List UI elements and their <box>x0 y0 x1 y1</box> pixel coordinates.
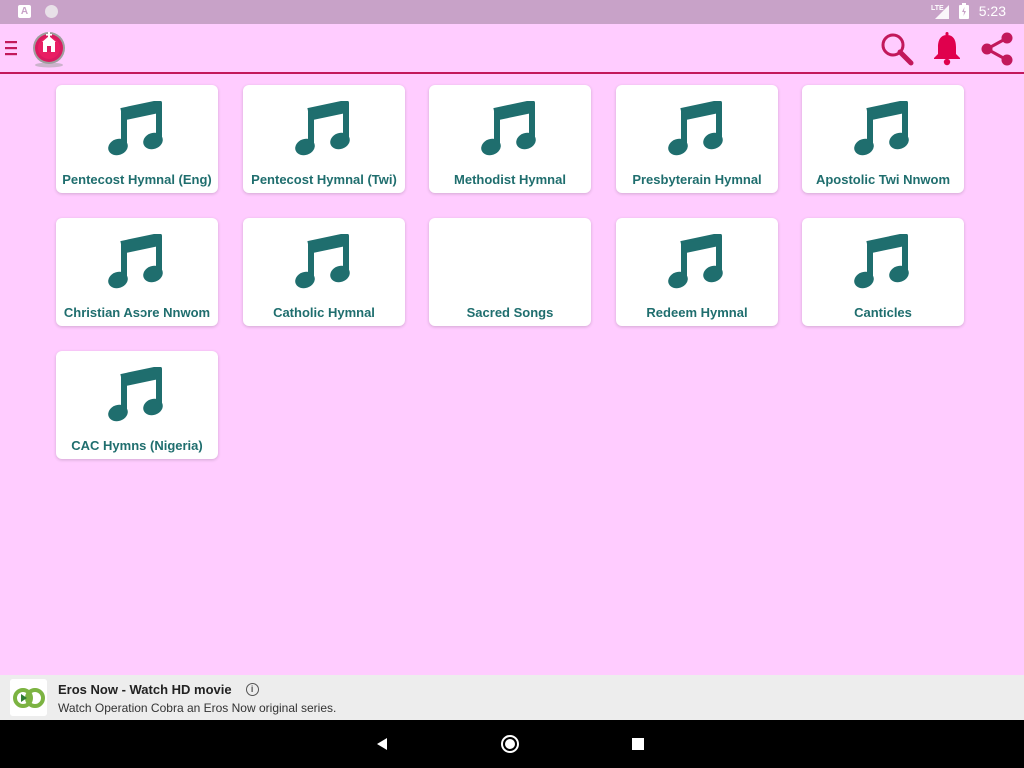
church-logo-icon[interactable] <box>30 30 68 68</box>
eros-now-logo-icon <box>10 679 47 716</box>
hymnal-card-label: Pentecost Hymnal (Twi) <box>251 172 397 187</box>
hymnal-card[interactable]: Canticles <box>802 218 964 326</box>
hymnal-card-label: Redeem Hymnal <box>646 305 748 320</box>
music-note-icon <box>481 101 536 156</box>
hymnal-card[interactable]: Catholic Hymnal <box>243 218 405 326</box>
hymnal-card[interactable]: Christian Asɔre Nnwom <box>56 218 218 326</box>
hymnal-card-label: Catholic Hymnal <box>273 305 375 320</box>
navigation-bar <box>0 720 1024 768</box>
hymnal-card[interactable]: Apostolic Twi Nnwom <box>802 85 964 193</box>
hymnal-card[interactable]: Presbyterain Hymnal <box>616 85 778 193</box>
lte-text: LTE <box>931 5 944 12</box>
hymnal-card-label: Methodist Hymnal <box>454 172 566 187</box>
lte-signal-icon: LTE <box>931 5 949 19</box>
music-note-icon <box>668 101 723 156</box>
hymnal-card[interactable]: Redeem Hymnal <box>616 218 778 326</box>
bell-icon <box>934 32 960 66</box>
ad-banner[interactable]: Eros Now - Watch HD movie i Watch Operat… <box>0 675 1024 720</box>
hymnal-card-label: Canticles <box>854 305 912 320</box>
ad-description: Watch Operation Cobra an Eros Now origin… <box>58 701 337 715</box>
home-icon <box>501 735 519 753</box>
circle-notification-icon <box>45 5 58 18</box>
ad-title: Eros Now - Watch HD movie <box>58 682 232 697</box>
hymnal-card-label: CAC Hymns (Nigeria) <box>71 438 203 453</box>
hymnal-card-label: Christian Asɔre Nnwom <box>63 305 211 320</box>
music-note-icon <box>108 234 163 289</box>
music-note-icon <box>108 367 163 422</box>
status-bar: A LTE 5:23 <box>0 0 1024 24</box>
back-button[interactable] <box>358 720 406 768</box>
hymnal-card[interactable]: Methodist Hymnal <box>429 85 591 193</box>
hymnal-card[interactable]: Pentecost Hymnal (Twi) <box>243 85 405 193</box>
home-button[interactable] <box>486 720 534 768</box>
status-time: 5:23 <box>978 3 1006 19</box>
notifications-button[interactable] <box>928 30 966 68</box>
search-button[interactable] <box>878 30 916 68</box>
app-bar-actions <box>878 30 1016 68</box>
status-indicators: LTE 5:23 <box>931 3 1006 19</box>
hymnal-card-label: Apostolic Twi Nnwom <box>815 172 951 187</box>
app-a-icon: A <box>18 5 31 18</box>
recents-icon <box>632 738 644 750</box>
status-notifications: A <box>18 5 58 18</box>
hymnal-card-label: Presbyterain Hymnal <box>632 172 762 187</box>
music-note-icon <box>854 234 909 289</box>
info-icon[interactable]: i <box>245 683 259 696</box>
music-note-icon <box>854 101 909 156</box>
hamburger-menu-icon[interactable] <box>4 39 18 57</box>
music-note-icon <box>295 101 350 156</box>
search-icon <box>881 33 914 66</box>
recents-button[interactable] <box>614 720 662 768</box>
hymnal-card[interactable]: Sacred Songs <box>429 218 591 326</box>
hymnal-card-label: Pentecost Hymnal (Eng) <box>62 172 212 187</box>
battery-icon <box>958 3 969 19</box>
hymnal-card-label: Sacred Songs <box>466 305 554 320</box>
back-icon <box>377 738 387 750</box>
hymnal-card[interactable]: CAC Hymns (Nigeria) <box>56 351 218 459</box>
hymnal-card[interactable]: Pentecost Hymnal (Eng) <box>56 85 218 193</box>
share-button[interactable] <box>978 30 1016 68</box>
music-note-icon <box>295 234 350 289</box>
hymnal-grid: Pentecost Hymnal (Eng) Pentecost Hymnal … <box>56 85 966 465</box>
music-note-icon <box>108 101 163 156</box>
share-icon <box>981 32 1013 66</box>
ad-title-row: Eros Now - Watch HD movie i <box>58 682 259 697</box>
app-bar <box>0 24 1024 74</box>
music-note-icon <box>668 234 723 289</box>
